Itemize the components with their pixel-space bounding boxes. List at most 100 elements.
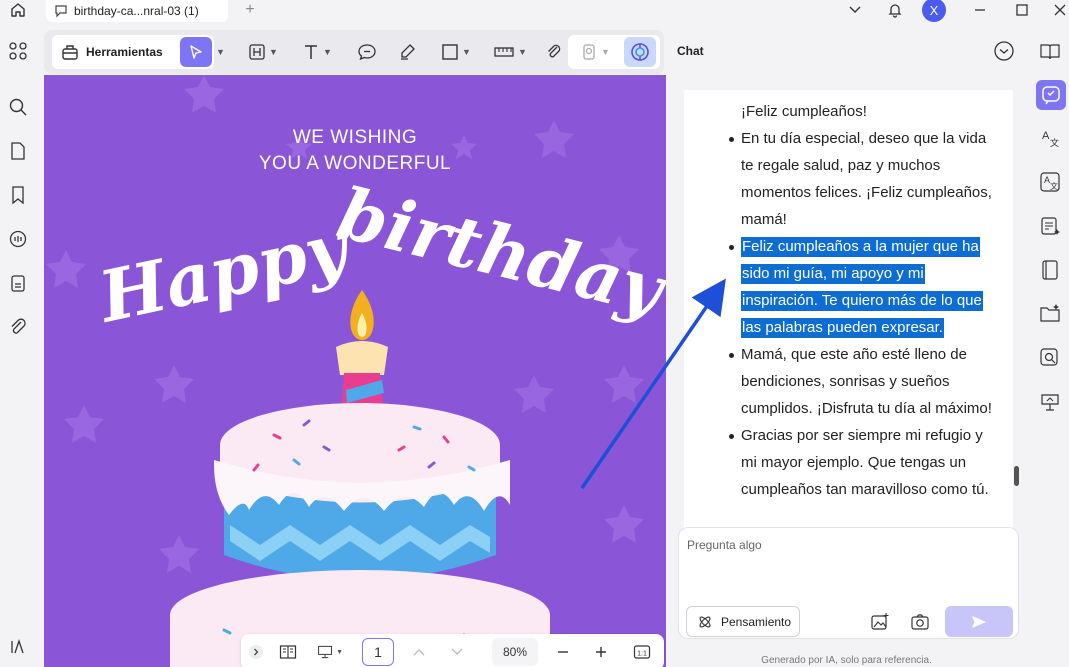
chat-line[interactable]: cumplidos. ¡Disfruta tu día al máximo!: [741, 399, 992, 419]
page-thumbnail-icon[interactable]: [7, 140, 29, 162]
collapse-bar-button[interactable]: [247, 640, 265, 664]
reader-mode-icon[interactable]: [1038, 40, 1062, 64]
paperclip-icon: [548, 44, 561, 58]
left-sidebar: [0, 22, 38, 667]
history-clock-icon[interactable]: [993, 40, 1015, 62]
text-box-icon: [249, 44, 265, 60]
page-layout-button[interactable]: [277, 640, 299, 664]
chat-line-selected[interactable]: Feliz cumpleaños a la mujer que ha: [741, 237, 980, 257]
chat-input-box[interactable]: Pregunta algo Pensamiento: [678, 527, 1019, 639]
text-box-tool-button[interactable]: ▼: [244, 37, 282, 67]
comment-tool-button[interactable]: [352, 37, 382, 67]
search-icon[interactable]: [7, 96, 29, 118]
comments-icon[interactable]: [7, 228, 29, 250]
chat-line[interactable]: momentos felices. ¡Feliz cumpleaños,: [741, 183, 992, 203]
birthday-cake-illustration: [170, 290, 550, 667]
bullet-dot: [729, 353, 734, 358]
zoom-level[interactable]: 80%: [492, 638, 538, 666]
translate-icon[interactable]: A文: [1038, 126, 1062, 150]
thinking-mode-button[interactable]: Pensamiento: [686, 606, 800, 637]
minimize-icon[interactable]: [968, 0, 992, 20]
actual-size-button[interactable]: 1:1: [631, 640, 653, 664]
chevron-down-icon: ▼: [336, 648, 343, 656]
chat-line[interactable]: En tu día especial, deseo que la vida: [741, 129, 986, 149]
chat-scrollbar[interactable]: [1014, 466, 1019, 486]
presentation-icon: [318, 645, 332, 659]
select-tool-dropdown[interactable]: ▼: [212, 37, 226, 67]
previous-page-button[interactable]: [409, 640, 429, 664]
chat-line[interactable]: Mamá, que este año esté lleno de: [741, 345, 967, 365]
chat-line-selected[interactable]: sido mi guía, mi apoyo y mi: [741, 264, 925, 284]
bell-icon[interactable]: [884, 0, 906, 20]
svg-text:文: 文: [1050, 137, 1059, 148]
title-bar: birthday-ca...nral-03 (1) + X: [0, 0, 1069, 22]
chat-line-selected[interactable]: las palabras pueden expresar.: [741, 318, 944, 338]
chevron-down-icon: ▼: [601, 47, 610, 57]
ruler-icon: [494, 47, 514, 57]
image-upload-icon[interactable]: [869, 611, 891, 633]
chat-line-selected[interactable]: inspiración. Te quiero más de lo que: [741, 291, 983, 311]
panel-toggle-icon[interactable]: [7, 636, 29, 658]
chevron-down-icon: ▼: [216, 47, 225, 57]
ai-folder-icon[interactable]: [1038, 302, 1062, 326]
presentation-board-icon[interactable]: [1038, 390, 1062, 414]
close-icon[interactable]: [1048, 0, 1069, 20]
next-page-button[interactable]: [447, 640, 467, 664]
minus-icon: [558, 651, 568, 653]
chat-line[interactable]: cumpleaños tan maravilloso como tú.: [741, 480, 989, 500]
apps-grid-icon[interactable]: [7, 40, 29, 62]
text-tool-button[interactable]: ▼: [296, 37, 338, 67]
plus-icon: [596, 647, 606, 657]
zoom-in-button[interactable]: [591, 640, 611, 664]
chevron-up-icon: [413, 649, 425, 656]
paperclip-icon[interactable]: [7, 316, 29, 338]
screenshot-camera-icon[interactable]: [909, 611, 931, 633]
ocr-translate-icon[interactable]: A文: [1038, 170, 1062, 194]
chat-line[interactable]: mamá!: [741, 210, 787, 230]
avatar[interactable]: X: [922, 0, 946, 22]
cursor-arrow-icon: [190, 45, 202, 59]
chat-title: Chat: [677, 44, 704, 58]
home-icon[interactable]: [6, 0, 30, 20]
zoom-out-button[interactable]: [553, 640, 573, 664]
chat-line[interactable]: te regale salud, paz y muchos: [741, 156, 940, 176]
toolbar-right-group: ▼: [568, 35, 660, 69]
thinking-label: Pensamiento: [721, 614, 792, 629]
chat-line[interactable]: ¡Feliz cumpleaños!: [741, 102, 867, 122]
bookmark-icon[interactable]: [7, 184, 29, 206]
summarize-icon[interactable]: [1038, 214, 1062, 238]
speech-bubble-icon: [358, 44, 376, 61]
attachment-doc-icon[interactable]: [7, 272, 29, 294]
select-tool-button[interactable]: [180, 37, 212, 67]
measure-tool-button[interactable]: ▼: [488, 37, 532, 67]
page-number-input[interactable]: 1: [362, 638, 394, 666]
chat-line[interactable]: Gracias por ser siempre mi refugio y: [741, 426, 983, 446]
ai-chat-icon[interactable]: [1036, 80, 1066, 110]
ai-search-icon[interactable]: [1038, 346, 1062, 370]
maximize-icon[interactable]: [1010, 0, 1034, 20]
tab-label: birthday-ca...nral-03 (1): [74, 4, 199, 18]
chat-line[interactable]: mi mayor ejemplo. Que tengas un: [741, 453, 966, 473]
stamp-icon: [583, 44, 595, 60]
bullet-dot: [729, 434, 734, 439]
chevron-down-icon[interactable]: [845, 0, 865, 20]
ai-disclaimer: Generado por IA, solo para referencia.: [761, 655, 932, 666]
highlighter-tool-button[interactable]: [394, 37, 420, 67]
stamp-tool-button[interactable]: ▼: [574, 37, 616, 67]
ai-assistant-button[interactable]: [624, 37, 656, 67]
page-navigation-bar: ▼ 1 80% 1:1: [241, 634, 664, 667]
comment-icon: [55, 5, 67, 18]
ai-assistant-icon: [631, 43, 649, 61]
knowledge-book-icon[interactable]: [1038, 258, 1062, 282]
new-tab-button[interactable]: +: [240, 0, 260, 20]
book-view-icon: [279, 645, 297, 659]
chat-input-placeholder[interactable]: Pregunta algo: [687, 538, 762, 552]
document-tab[interactable]: birthday-ca...nral-03 (1): [46, 0, 228, 22]
presentation-button[interactable]: ▼: [317, 640, 343, 664]
chevron-right-icon: [249, 645, 263, 659]
send-button[interactable]: [945, 606, 1013, 637]
shape-tool-button[interactable]: ▼: [436, 37, 476, 67]
text-t-icon: [305, 45, 318, 59]
chat-line[interactable]: bendiciones, sonrisas y sueños: [741, 372, 949, 392]
attach-tool-button[interactable]: [542, 37, 566, 67]
